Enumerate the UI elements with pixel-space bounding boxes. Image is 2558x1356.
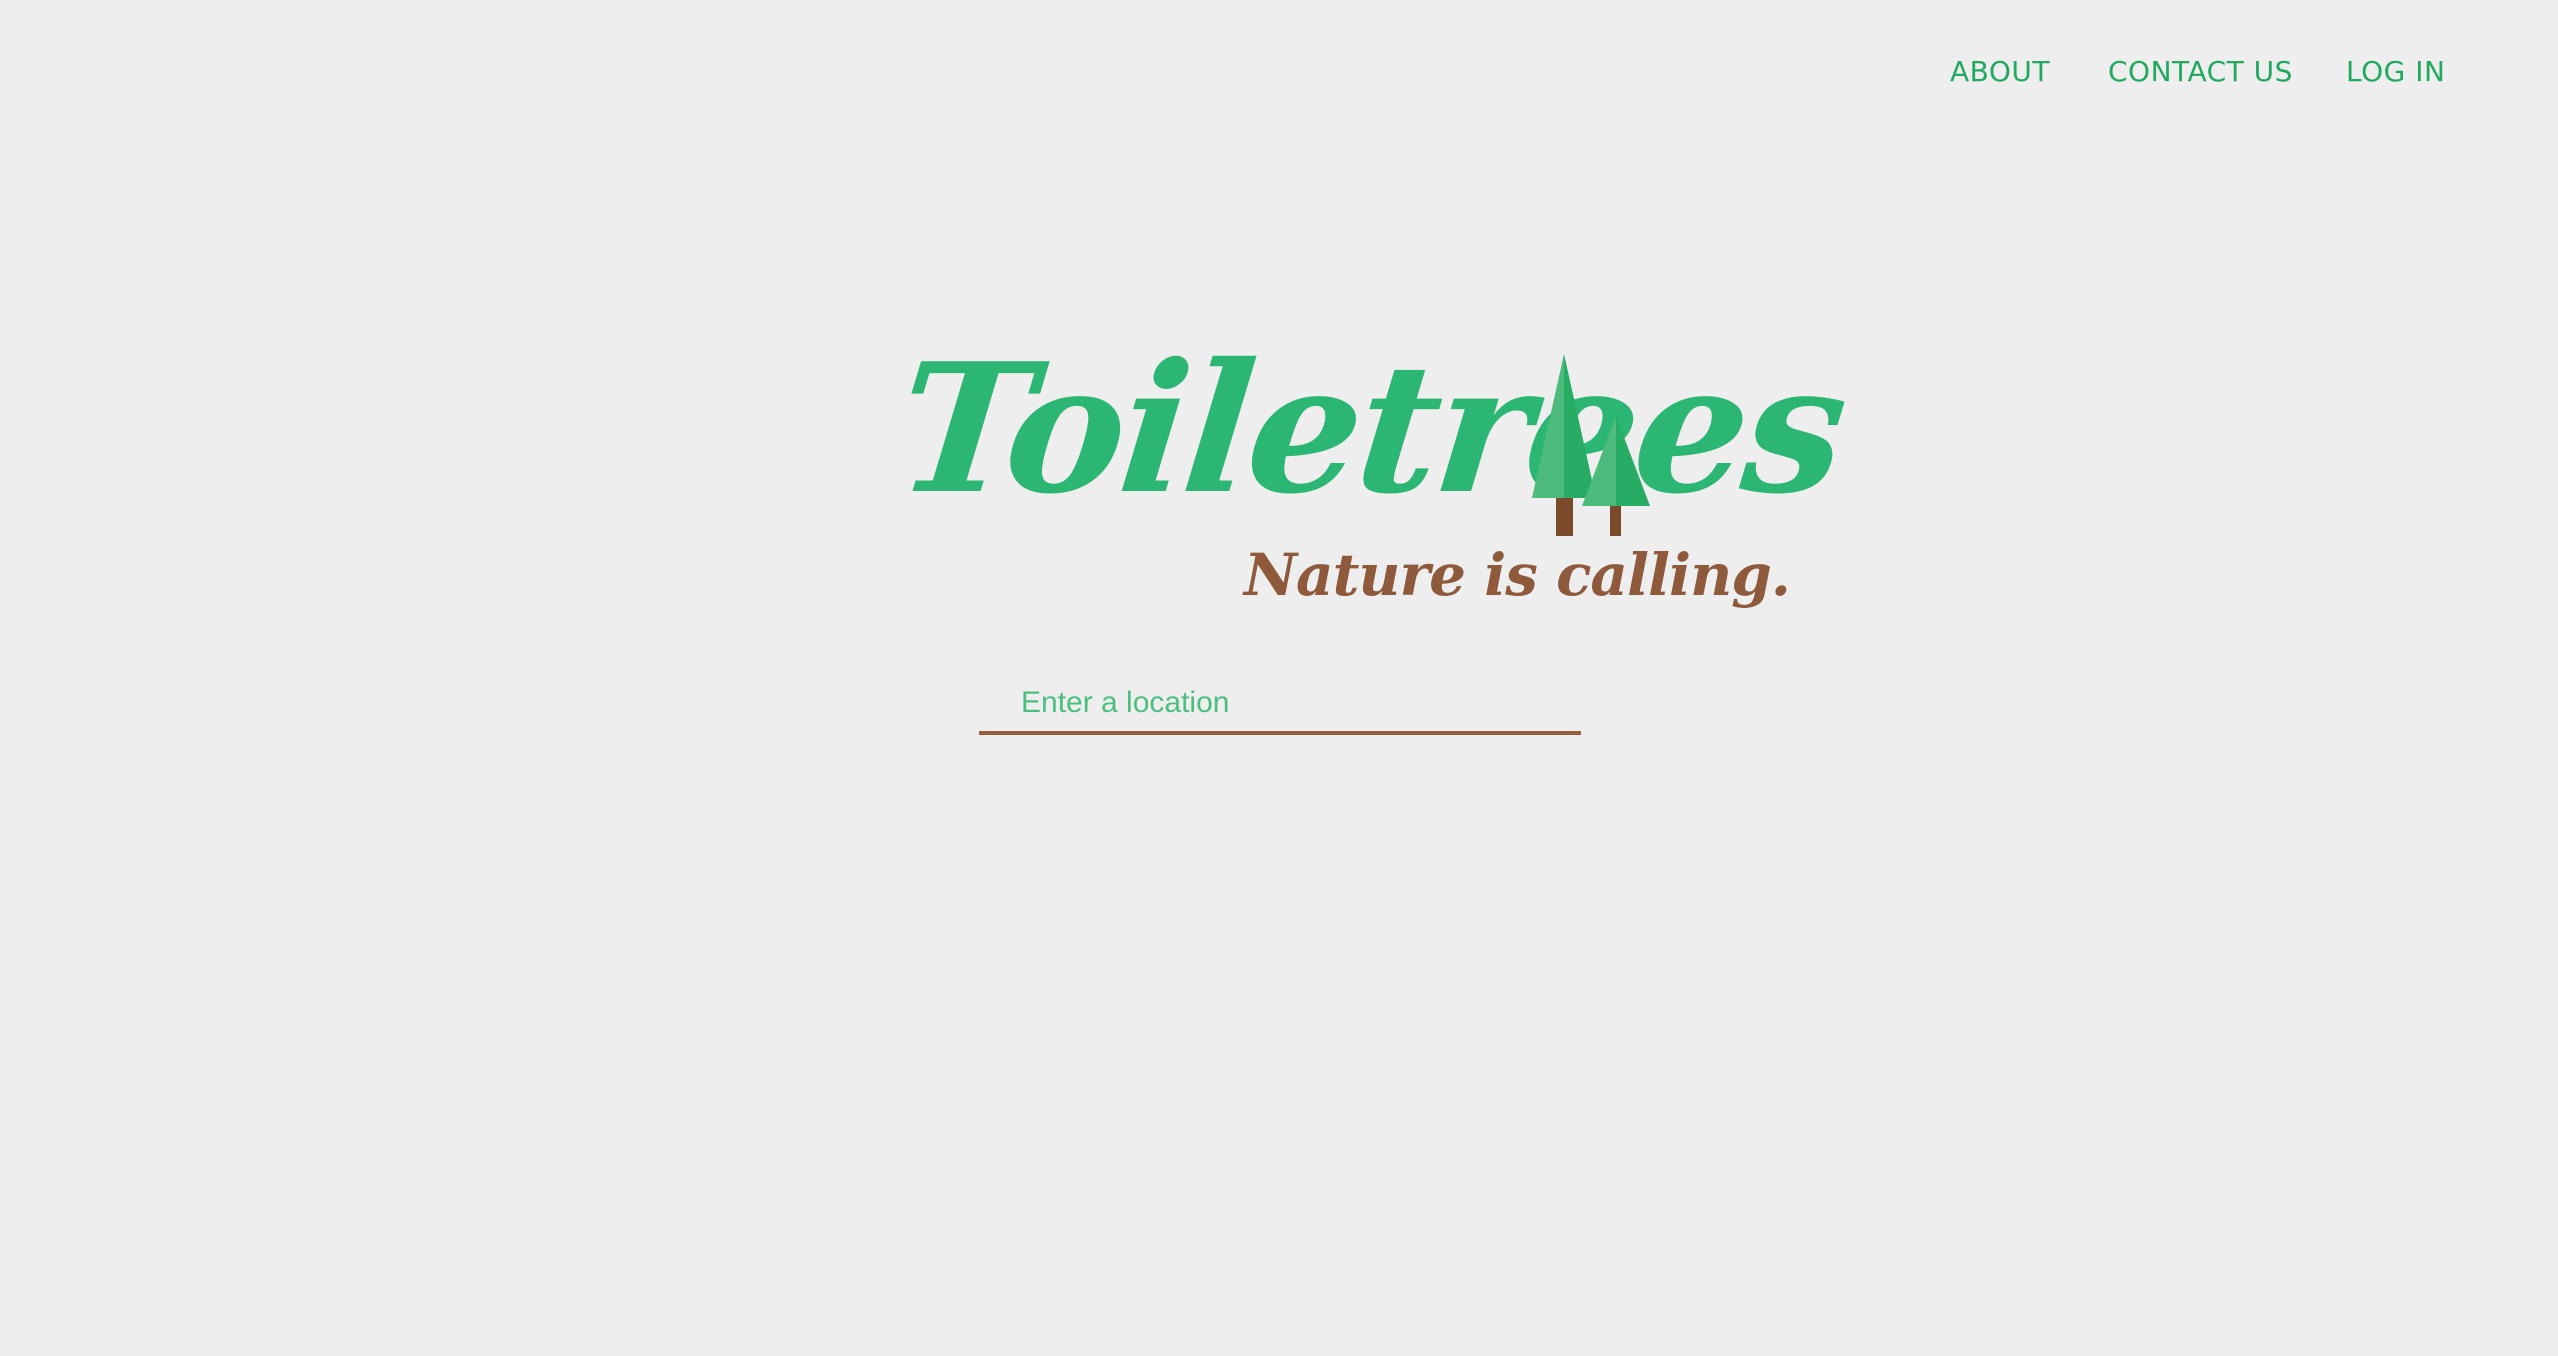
search-field <box>979 675 1581 735</box>
logo-tagline: Nature is calling. <box>1244 541 1791 609</box>
logo: Toiletrees Nature is calling. <box>888 324 1852 640</box>
nav-contact-link[interactable]: CONTACT US <box>2108 52 2293 92</box>
location-input[interactable] <box>979 675 1581 731</box>
trees-icon <box>1510 352 1660 542</box>
nav-about-link[interactable]: ABOUT <box>1950 52 2050 92</box>
top-nav: ABOUT CONTACT US LOG IN <box>0 52 2558 92</box>
page: { "nav": { "about": "ABOUT", "contact": … <box>0 0 2558 1356</box>
logo-wordmark: Toiletrees <box>888 324 1853 533</box>
nav-login-link[interactable]: LOG IN <box>2346 52 2445 92</box>
